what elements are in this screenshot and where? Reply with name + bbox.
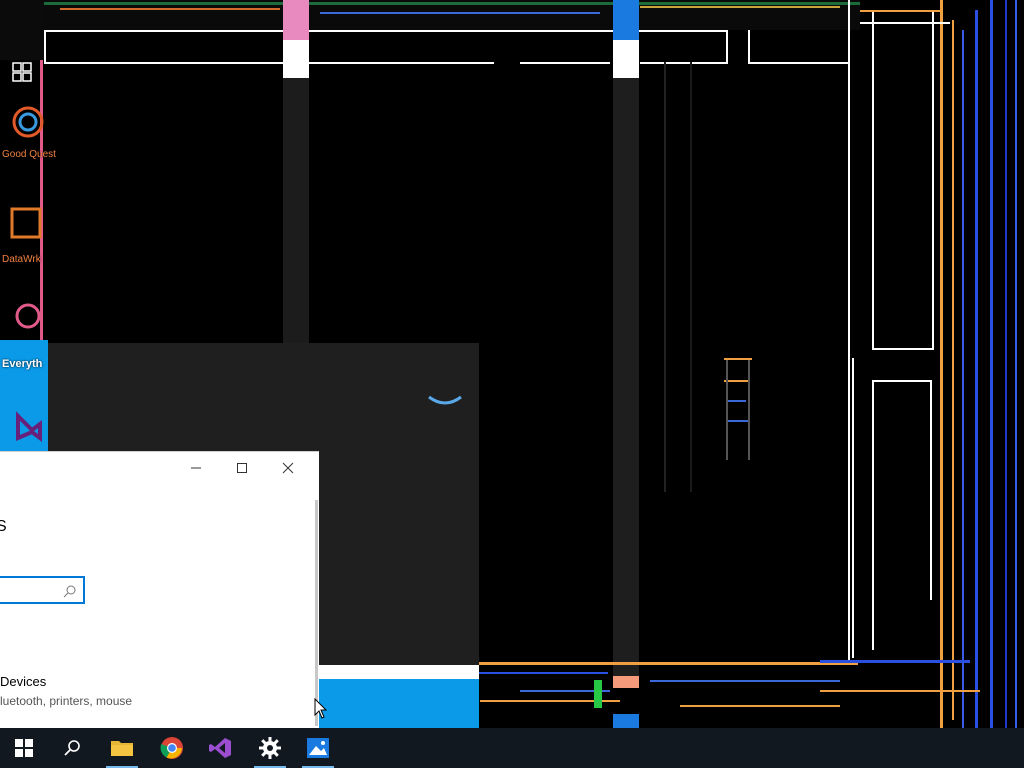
loading-spinner-icon [428, 395, 462, 405]
taskbar-file-explorer[interactable] [98, 728, 146, 768]
settings-window[interactable]: S Devices luetooth, printers, mouse [0, 451, 319, 729]
search-magnifier-icon [15, 303, 41, 329]
minimize-icon [191, 467, 201, 469]
taskbar [0, 728, 1024, 768]
desktop-icon-label: DataWrk [2, 254, 41, 265]
desktop-icon-label: Good Quest [2, 149, 56, 160]
taskbar-settings[interactable] [246, 728, 294, 768]
folder-icon [111, 741, 133, 756]
search-icon [64, 740, 80, 756]
taskbar-search-button[interactable] [48, 728, 96, 768]
desktop-icon-good-quest[interactable]: Good Quest [0, 100, 56, 160]
scrollbar[interactable] [315, 500, 318, 726]
app-orange-icon [10, 207, 42, 239]
devices-category-title[interactable]: Devices [0, 674, 46, 689]
chrome-icon [160, 737, 183, 759]
photos-splash-strip [319, 665, 479, 728]
taskbar-visual-studio[interactable] [196, 728, 244, 768]
desktop-icon-label: Everyth [2, 358, 43, 370]
gear-icon [259, 737, 281, 759]
taskbar-chrome[interactable] [148, 728, 196, 768]
visual-studio-icon [16, 411, 42, 442]
taskbar-photos[interactable] [294, 728, 342, 768]
desktop-icon-everything[interactable]: Everyth [0, 300, 46, 370]
app-swirl-icon [12, 106, 44, 138]
visual-studio-icon [209, 738, 231, 758]
start-button[interactable] [0, 728, 48, 768]
search-input[interactable] [0, 576, 85, 604]
close-icon [282, 462, 294, 474]
devices-category-description: luetooth, printers, mouse [0, 694, 133, 708]
desktop-icon-datawrk[interactable]: DataWrk [0, 205, 46, 265]
maximize-icon [237, 463, 247, 473]
photos-icon [307, 738, 329, 758]
minimize-button[interactable] [173, 452, 219, 484]
maximize-button[interactable] [219, 452, 265, 484]
page-title: S [0, 518, 7, 536]
search-icon [63, 585, 76, 598]
mouse-cursor-icon [314, 698, 328, 719]
close-button[interactable] [265, 452, 311, 484]
windows-logo-icon [15, 739, 33, 757]
tiles-icon [12, 62, 32, 82]
